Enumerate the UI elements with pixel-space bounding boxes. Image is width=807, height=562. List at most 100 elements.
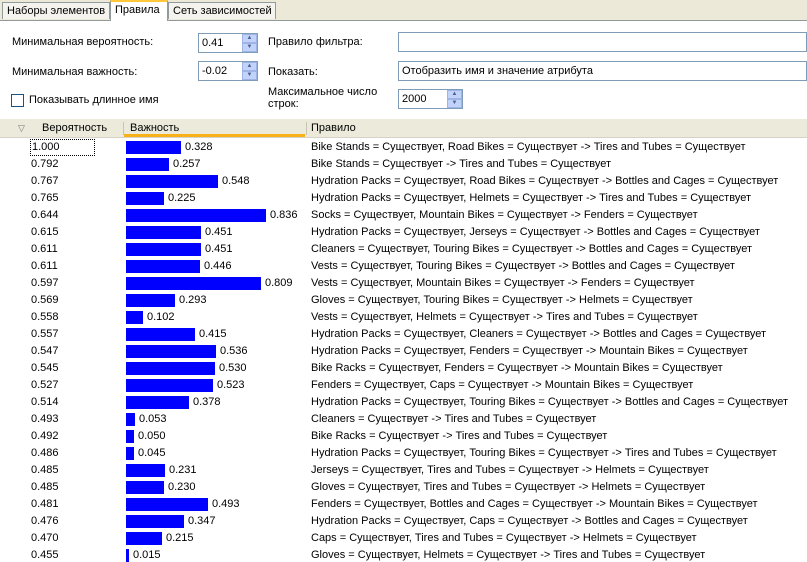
rule-cell: Hydration Packs = Существует, Cleaners =…: [311, 328, 767, 340]
importance-value: 0.836: [270, 209, 298, 221]
table-row[interactable]: 0.558 0.102 Vests = Существует, Helmets = …: [0, 309, 807, 326]
rule-cell: Cleaners = Существует, Touring Bikes = С…: [311, 243, 753, 255]
long-name-checkbox[interactable]: [11, 94, 24, 107]
importance-bar: [126, 447, 134, 460]
spin-up-icon[interactable]: ▲: [447, 90, 462, 99]
importance-bar: [126, 260, 200, 273]
importance-bar: [126, 226, 201, 239]
table-row[interactable]: 0.569 0.293 Gloves = Существует, Touring B…: [0, 292, 807, 309]
importance-value: 0.045: [138, 447, 166, 459]
importance-bar: [126, 141, 181, 154]
rule-cell: Fenders = Существует, Caps = Существует …: [311, 379, 694, 391]
probability-cell: 0.485: [31, 481, 59, 493]
importance-bar: [126, 209, 266, 222]
spin-up-icon[interactable]: ▲: [242, 62, 257, 71]
table-row[interactable]: 0.485 0.231 Jerseys = Существует, Tires an…: [0, 462, 807, 479]
table-row[interactable]: 0.545 0.530 Bike Racks = Существует, Fende…: [0, 360, 807, 377]
rule-cell: Hydration Packs = Существует, Road Bikes…: [311, 175, 779, 187]
importance-value: 0.225: [168, 192, 196, 204]
min-importance-label: Минимальная важность:: [12, 66, 138, 78]
max-rows-input[interactable]: [399, 90, 448, 108]
importance-value: 0.230: [168, 481, 196, 493]
table-row[interactable]: 0.792 0.257 Bike Stands = Существует -> Ti…: [0, 156, 807, 173]
table-row[interactable]: 0.765 0.225 Hydration Packs = Существует, …: [0, 190, 807, 207]
rule-cell: Vests = Существует, Helmets = Существует…: [311, 311, 698, 323]
table-row[interactable]: 0.476 0.347 Hydration Packs = Существует, …: [0, 513, 807, 530]
table-row[interactable]: 0.527 0.523 Fenders = Существует, Caps = С…: [0, 377, 807, 394]
importance-value: 0.293: [179, 294, 207, 306]
min-probability-input[interactable]: [199, 34, 243, 52]
probability-cell: 0.481: [31, 498, 59, 510]
probability-cell: 0.514: [31, 396, 59, 408]
filter-rule-input[interactable]: [398, 32, 807, 52]
importance-value: 0.215: [166, 532, 194, 544]
probability-cell: 0.765: [31, 192, 59, 204]
importance-value: 0.451: [205, 243, 233, 255]
importance-bar: [126, 175, 218, 188]
min-probability-stepper[interactable]: ▲ ▼: [198, 33, 258, 53]
tab-rules[interactable]: Правила: [110, 0, 168, 21]
importance-value: 0.451: [205, 226, 233, 238]
rule-cell: Vests = Существует, Touring Bikes = Суще…: [311, 260, 735, 272]
importance-value: 0.530: [219, 362, 247, 374]
importance-value: 0.347: [188, 515, 216, 527]
importance-bar: [126, 294, 175, 307]
rules-grid-header: ▽ Вероятность Важность Правило: [0, 119, 807, 138]
probability-cell: 0.545: [31, 362, 59, 374]
probability-cell: 0.644: [31, 209, 59, 221]
tab-strip: Наборы элементов Правила Сеть зависимост…: [0, 0, 807, 21]
probability-cell: 0.611: [31, 260, 58, 272]
rules-grid: 1.000 0.328 Bike Stands = Существует, Road…: [0, 139, 807, 562]
table-row[interactable]: 0.470 0.215 Caps = Существует, Tires and T…: [0, 530, 807, 547]
min-importance-input[interactable]: [199, 62, 243, 80]
rule-cell: Bike Racks = Существует -> Tires and Tub…: [311, 430, 608, 442]
importance-value: 0.257: [173, 158, 201, 170]
column-divider[interactable]: [306, 122, 307, 135]
rule-cell: Hydration Packs = Существует, Fenders = …: [311, 345, 748, 357]
probability-cell: 0.527: [31, 379, 59, 391]
table-row[interactable]: 0.597 0.809 Vests = Существует, Mountain B…: [0, 275, 807, 292]
table-row[interactable]: 0.514 0.378 Hydration Packs = Существует, …: [0, 394, 807, 411]
probability-cell: 0.569: [31, 294, 59, 306]
probability-cell: 0.558: [31, 311, 59, 323]
importance-bar: [126, 549, 129, 562]
tab-itemsets[interactable]: Наборы элементов: [2, 2, 110, 19]
rule-cell: Gloves = Существует, Touring Bikes = Сущ…: [311, 294, 693, 306]
show-select[interactable]: Отобразить имя и значение атрибута: [398, 61, 807, 81]
probability-cell: 0.597: [31, 277, 59, 289]
table-row[interactable]: 0.557 0.415 Hydration Packs = Существует, …: [0, 326, 807, 343]
table-row[interactable]: 0.611 0.451 Cleaners = Существует, Touring…: [0, 241, 807, 258]
table-row[interactable]: 0.615 0.451 Hydration Packs = Существует, …: [0, 224, 807, 241]
importance-value: 0.809: [265, 277, 293, 289]
filter-panel: Минимальная вероятность: ▲ ▼ Минимальная…: [0, 21, 807, 117]
table-row[interactable]: 0.455 0.015 Gloves = Существует, Helmets =…: [0, 547, 807, 562]
column-header-probability[interactable]: Вероятность: [42, 119, 107, 137]
rule-cell: Bike Stands = Существует -> Tires and Tu…: [311, 158, 612, 170]
table-row[interactable]: 0.485 0.230 Gloves = Существует, Tires and…: [0, 479, 807, 496]
importance-value: 0.493: [212, 498, 240, 510]
rule-cell: Hydration Packs = Существует, Helmets = …: [311, 192, 751, 204]
max-rows-stepper[interactable]: ▲ ▼: [398, 89, 463, 109]
importance-value: 0.378: [193, 396, 221, 408]
spin-down-icon[interactable]: ▼: [242, 71, 257, 80]
tab-dependency-network[interactable]: Сеть зависимостей: [168, 2, 276, 19]
table-row[interactable]: 1.000 0.328 Bike Stands = Существует, Road…: [0, 139, 807, 156]
spin-down-icon[interactable]: ▼: [447, 99, 462, 108]
table-row[interactable]: 0.493 0.053 Cleaners = Существует -> Tires…: [0, 411, 807, 428]
spin-up-icon[interactable]: ▲: [242, 34, 257, 43]
table-row[interactable]: 0.611 0.446 Vests = Существует, Touring Bi…: [0, 258, 807, 275]
min-importance-stepper[interactable]: ▲ ▼: [198, 61, 258, 81]
spin-down-icon[interactable]: ▼: [242, 43, 257, 52]
table-row[interactable]: 0.481 0.493 Fenders = Существует, Bottles …: [0, 496, 807, 513]
column-header-rule[interactable]: Правило: [311, 119, 356, 137]
long-name-label: Показывать длинное имя: [29, 94, 159, 106]
importance-bar: [126, 396, 189, 409]
rule-cell: Socks = Существует, Mountain Bikes = Сущ…: [311, 209, 698, 221]
table-row[interactable]: 0.486 0.045 Hydration Packs = Существует, …: [0, 445, 807, 462]
table-row[interactable]: 0.644 0.836 Socks = Существует, Mountain B…: [0, 207, 807, 224]
importance-value: 0.536: [220, 345, 248, 357]
table-row[interactable]: 0.547 0.536 Hydration Packs = Существует, …: [0, 343, 807, 360]
table-row[interactable]: 0.492 0.050 Bike Racks = Существует -> Tir…: [0, 428, 807, 445]
table-row[interactable]: 0.767 0.548 Hydration Packs = Существует, …: [0, 173, 807, 190]
sort-descending-icon: ▽: [18, 123, 25, 133]
